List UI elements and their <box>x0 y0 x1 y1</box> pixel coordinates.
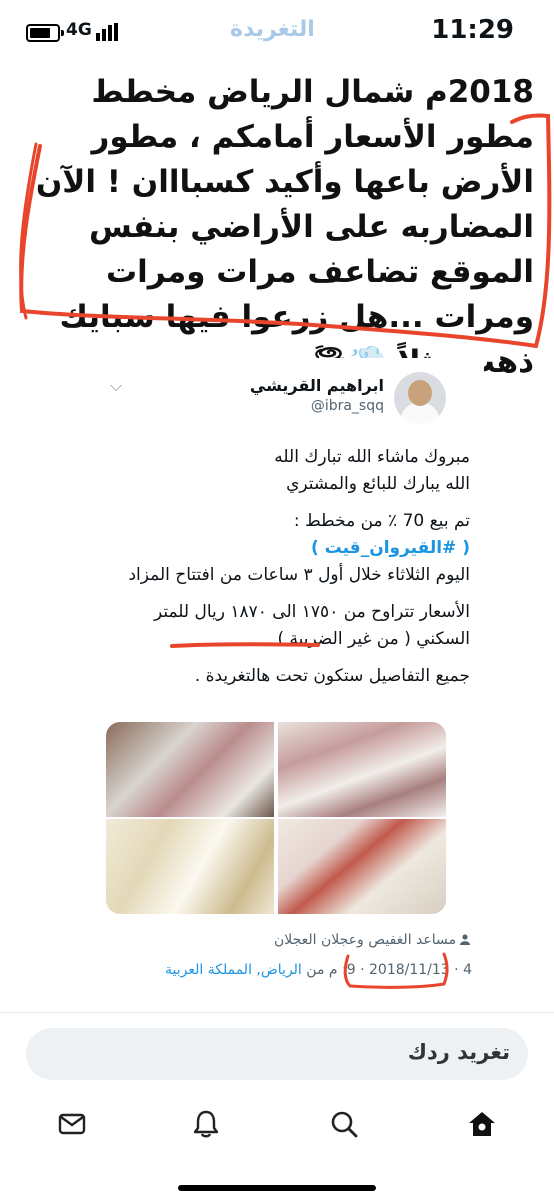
network-type: 4G <box>66 20 92 40</box>
retweeters-names[interactable]: مساعد الغفيص وعجلان العجلان <box>274 932 456 948</box>
home-indicator <box>178 1185 376 1191</box>
battery-icon <box>26 24 64 42</box>
meta-number: 4 <box>463 962 472 978</box>
faded-page-title: التغريدة <box>230 17 315 42</box>
avatar[interactable] <box>394 372 446 424</box>
reply-input[interactable]: تغريد ردك <box>408 1040 510 1064</box>
tweet-line: تم بيع 70 ٪ من مخطط : <box>293 511 470 531</box>
price-underline-annotation <box>170 642 320 648</box>
tweet-line: اليوم الثلاثاء خلال أول ٣ ساعات من افتتا… <box>128 565 470 585</box>
retweeted-by[interactable]: مساعد الغفيص وعجلان العجلان <box>274 932 470 948</box>
media-photo[interactable] <box>106 722 274 817</box>
media-photo[interactable] <box>106 819 274 914</box>
tab-bar <box>0 1096 554 1152</box>
date-circle-annotation <box>343 952 449 989</box>
tweet-location[interactable]: الرياض, المملكة العربية <box>165 962 302 978</box>
time-suffix: م من <box>306 962 338 978</box>
tweet-line: الله يبارك للبائع والمشتري <box>286 474 470 494</box>
home-icon[interactable] <box>462 1104 502 1144</box>
hashtag-link[interactable]: ( #القيروان_قيت ) <box>110 535 470 562</box>
signal-icon <box>96 23 120 41</box>
notifications-icon[interactable] <box>186 1104 226 1144</box>
media-photo[interactable] <box>278 819 446 914</box>
reply-bar[interactable]: تغريد ردك <box>26 1028 528 1080</box>
status-bar: 4G التغريدة 11:29 <box>0 0 554 64</box>
tweet-text: مبروك ماشاء الله تبارك الله الله يبارك ل… <box>110 444 470 690</box>
tweet-line: جميع التفاصيل ستكون تحت هالتغريدة . <box>194 666 470 686</box>
header-comment: 2018م شمال الرياض مخطط مطور الأسعار أمام… <box>35 74 534 380</box>
media-photo[interactable] <box>278 722 446 817</box>
author-handle[interactable]: @ibra_sqq <box>311 398 384 414</box>
tweet-line: مبروك ماشاء الله تبارك الله <box>274 447 470 467</box>
chevron-down-icon[interactable]: ⌵ <box>110 376 122 396</box>
author-name[interactable]: ابراهيم القريشي <box>250 376 384 395</box>
person-icon <box>460 934 470 945</box>
messages-icon[interactable] <box>52 1104 92 1144</box>
clock: 11:29 <box>431 15 514 45</box>
search-icon[interactable] <box>324 1104 364 1144</box>
divider <box>0 1012 554 1013</box>
embedded-tweet-card[interactable]: ⌵ ابراهيم القريشي @ibra_sqq مبروك ماشاء … <box>74 358 484 1003</box>
tweet-media-grid[interactable] <box>106 722 446 914</box>
